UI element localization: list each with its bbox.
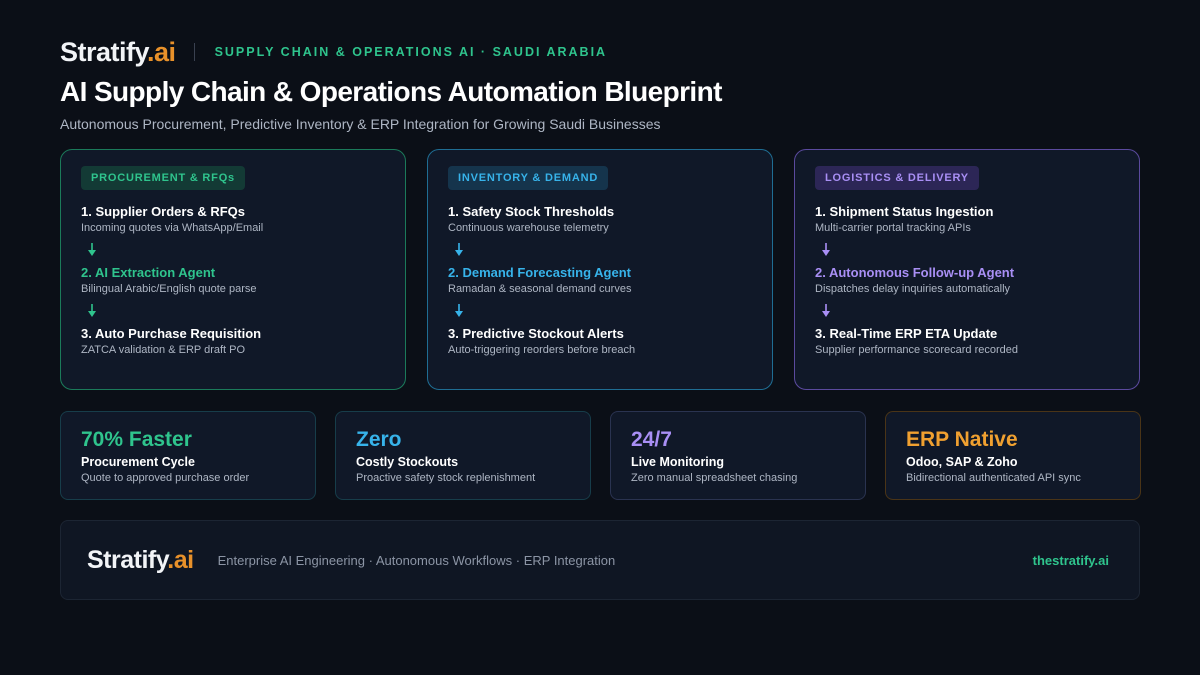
stat-description: Bidirectional authenticated API sync: [906, 472, 1081, 484]
step-title: 3. Auto Purchase Requisition: [81, 326, 262, 341]
stat-description: Quote to approved purchase order: [81, 472, 250, 484]
stat-value: 24/7: [631, 428, 672, 451]
flow-step: 1. Safety Stock Thresholds Continuous wa…: [448, 204, 752, 235]
flow-step: 2. Autonomous Follow-up Agent Dispatches…: [815, 265, 1119, 296]
flow-step: 1. Shipment Status Ingestion Multi-carri…: [815, 204, 1119, 235]
step-title: 3. Predictive Stockout Alerts: [448, 326, 624, 341]
step-title: 2. Autonomous Follow-up Agent: [815, 265, 1015, 280]
brand-suffix: .ai: [167, 545, 194, 574]
arrow-down-icon: [815, 235, 1119, 265]
website-link[interactable]: thestratify.ai: [1033, 553, 1109, 568]
step-title: 1. Supplier Orders & RFQs: [81, 204, 245, 219]
page-title: AI Supply Chain & Operations Automation …: [60, 76, 722, 107]
step-title: 3. Real-Time ERP ETA Update: [815, 326, 998, 341]
step-description: Dispatches delay inquiries automatically: [815, 283, 1011, 295]
flow-step: 2. Demand Forecasting Agent Ramadan & se…: [448, 265, 752, 296]
arrow-down-icon: [81, 296, 385, 326]
footer: Stratify.ai Enterprise AI Engineering · …: [60, 520, 1140, 600]
stat-label: Live Monitoring: [631, 455, 725, 469]
step-title: 2. AI Extraction Agent: [81, 265, 216, 280]
step-title: 1. Shipment Status Ingestion: [815, 204, 994, 219]
inventory-badge: INVENTORY & DEMAND: [448, 166, 609, 190]
step-description: Multi-carrier portal tracking APIs: [815, 222, 971, 234]
flow-step: 3. Real-Time ERP ETA Update Supplier per…: [815, 326, 1119, 357]
stat-label: Odoo, SAP & Zoho: [906, 455, 1018, 469]
procurement-card: PROCUREMENT & RFQs 1. Supplier Orders & …: [60, 149, 406, 390]
brand-name: Stratify: [87, 545, 168, 574]
brand-suffix: .ai: [147, 36, 176, 67]
inventory-card: INVENTORY & DEMAND 1. Safety Stock Thres…: [427, 149, 773, 390]
stat-label: Procurement Cycle: [81, 455, 195, 469]
flow-step: 1. Supplier Orders & RFQs Incoming quote…: [81, 204, 385, 235]
arrow-down-icon: [448, 235, 752, 265]
step-description: Supplier performance scorecard recorded: [815, 344, 1018, 356]
arrow-down-icon: [815, 296, 1119, 326]
footer-logo: Stratify.ai: [87, 546, 194, 575]
step-description: ZATCA validation & ERP draft PO: [81, 344, 246, 356]
stat-card-stockouts: Zero Costly Stockouts Proactive safety s…: [335, 411, 591, 500]
stat-card-erp: ERP Native Odoo, SAP & Zoho Bidirectiona…: [885, 411, 1141, 500]
flow-step: 3. Auto Purchase Requisition ZATCA valid…: [81, 326, 385, 357]
brand-name: Stratify: [60, 36, 148, 67]
step-description: Bilingual Arabic/English quote parse: [81, 283, 257, 295]
page-subtitle: Autonomous Procurement, Predictive Inven…: [60, 116, 661, 132]
stat-description: Proactive safety stock replenishment: [356, 472, 536, 484]
stat-value: Zero: [356, 428, 402, 451]
brand-logo: Stratify.ai: [60, 37, 176, 68]
stat-value: ERP Native: [906, 428, 1018, 451]
procurement-badge: PROCUREMENT & RFQs: [81, 166, 245, 190]
arrow-down-icon: [448, 296, 752, 326]
step-description: Auto-triggering reorders before breach: [448, 344, 636, 356]
arrow-down-icon: [81, 235, 385, 265]
stat-card-procurement: 70% Faster Procurement Cycle Quote to ap…: [60, 411, 316, 500]
step-description: Continuous warehouse telemetry: [448, 222, 609, 234]
step-description: Incoming quotes via WhatsApp/Email: [81, 222, 264, 234]
stat-card-monitoring: 24/7 Live Monitoring Zero manual spreads…: [610, 411, 866, 500]
footer-description: Enterprise AI Engineering · Autonomous W…: [217, 552, 616, 568]
step-title: 2. Demand Forecasting Agent: [448, 265, 631, 280]
flow-step: 2. AI Extraction Agent Bilingual Arabic/…: [81, 265, 385, 296]
stat-description: Zero manual spreadsheet chasing: [631, 472, 798, 484]
step-description: Ramadan & seasonal demand curves: [448, 283, 632, 295]
flow-step: 3. Predictive Stockout Alerts Auto-trigg…: [448, 326, 752, 357]
stat-value: 70% Faster: [81, 428, 192, 451]
header: Stratify.ai SUPPLY CHAIN & OPERATIONS AI…: [60, 34, 1140, 70]
header-tagline: SUPPLY CHAIN & OPERATIONS AI · SAUDI ARA…: [214, 45, 608, 59]
logistics-badge: LOGISTICS & DELIVERY: [815, 166, 979, 190]
step-title: 1. Safety Stock Thresholds: [448, 204, 615, 219]
stat-label: Costly Stockouts: [356, 455, 459, 469]
logistics-card: LOGISTICS & DELIVERY 1. Shipment Status …: [794, 149, 1140, 390]
header-divider: [193, 43, 195, 61]
